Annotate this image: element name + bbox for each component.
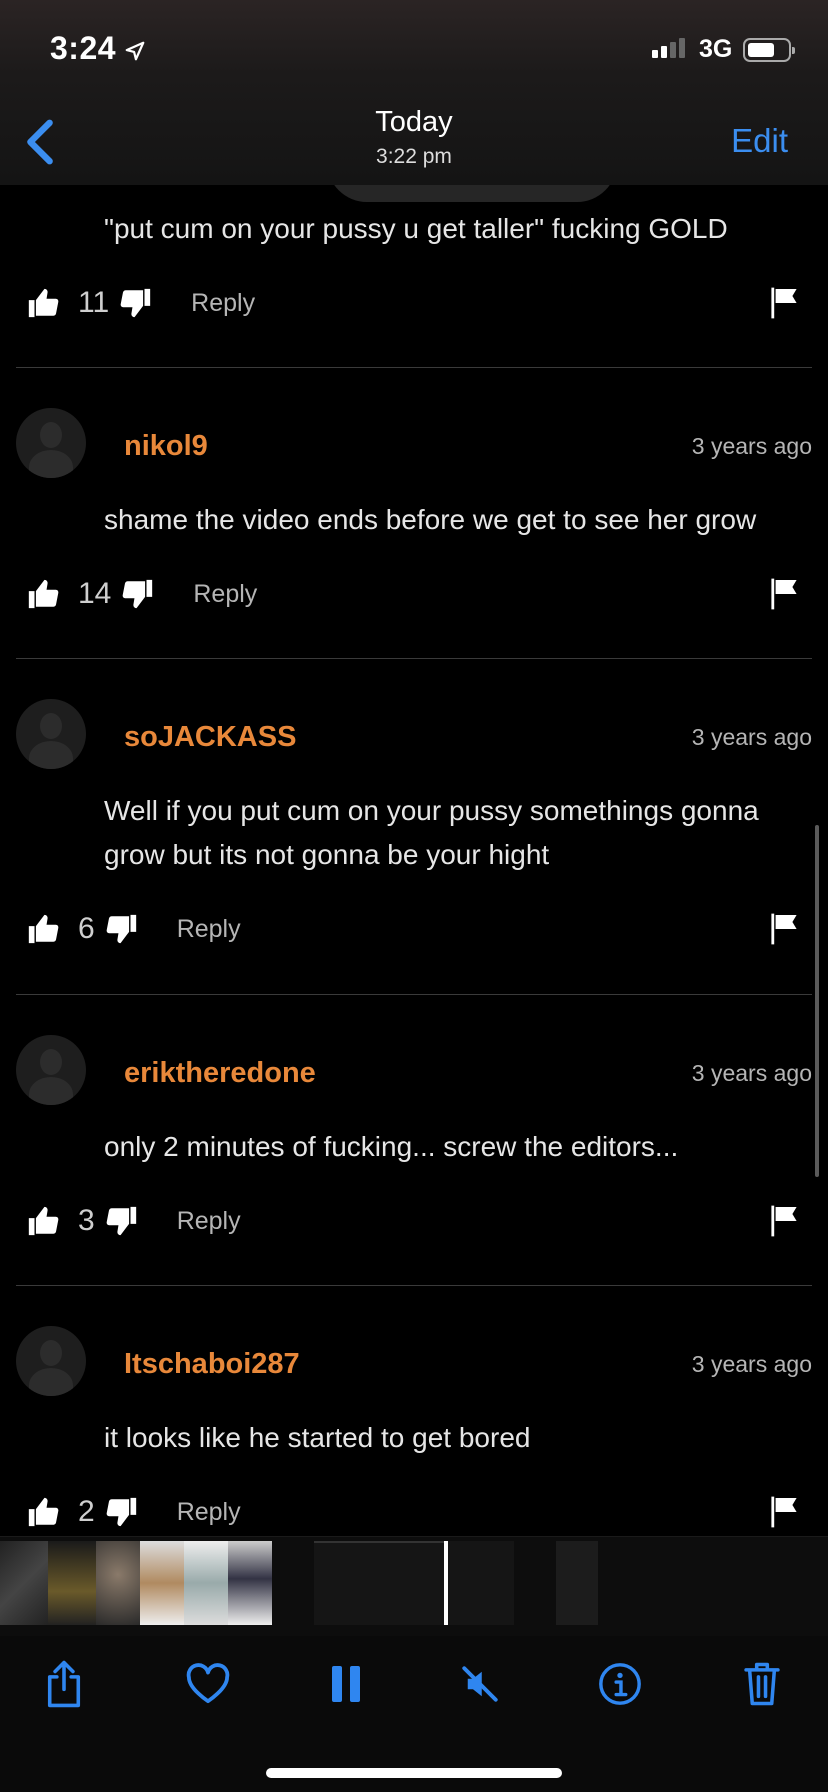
comment-text: Well if you put cum on your pussy someth… bbox=[104, 795, 759, 870]
heart-icon bbox=[186, 1663, 230, 1704]
info-button[interactable] bbox=[592, 1656, 648, 1712]
nav-subtitle: 3:22 pm bbox=[376, 145, 452, 168]
avatar[interactable] bbox=[16, 1326, 86, 1396]
thumbs-down-icon[interactable] bbox=[105, 1204, 139, 1238]
thumbs-down-icon[interactable] bbox=[121, 577, 155, 611]
comment-time: 3 years ago bbox=[691, 724, 812, 750]
status-bar-time: 3:24 bbox=[50, 30, 146, 67]
signal-icon bbox=[652, 38, 685, 58]
comment-username[interactable]: eriktheredone bbox=[124, 1057, 316, 1090]
comment-username[interactable]: soJACKASS bbox=[124, 721, 296, 754]
reply-button[interactable]: Reply bbox=[193, 580, 257, 609]
comment-text: only 2 minutes of fucking... screw the e… bbox=[104, 1131, 679, 1162]
thumbnail-strip[interactable] bbox=[0, 1536, 828, 1636]
reply-button[interactable]: Reply bbox=[177, 1498, 241, 1527]
like-count: 3 bbox=[78, 1204, 95, 1237]
thumbs-down-icon[interactable] bbox=[105, 1495, 139, 1529]
thumbnail[interactable] bbox=[228, 1541, 272, 1625]
divider bbox=[16, 994, 812, 995]
like-count: 14 bbox=[78, 577, 112, 610]
favorite-button[interactable] bbox=[180, 1656, 236, 1712]
thumbs-up-icon[interactable] bbox=[26, 1495, 60, 1529]
like-count: 6 bbox=[78, 912, 95, 945]
share-button[interactable] bbox=[36, 1656, 92, 1712]
comment-time: 3 years ago bbox=[691, 1060, 812, 1086]
bottom-toolbar bbox=[0, 1636, 828, 1792]
network-type: 3G bbox=[699, 35, 733, 63]
thumbnail[interactable] bbox=[448, 1541, 514, 1625]
flag-icon[interactable] bbox=[770, 577, 798, 611]
comment-actions: 14 Reply bbox=[26, 577, 257, 611]
pause-button[interactable] bbox=[318, 1656, 374, 1712]
avatar[interactable] bbox=[16, 699, 86, 769]
like-count: 11 bbox=[78, 286, 110, 319]
edit-button[interactable]: Edit bbox=[731, 122, 788, 160]
reply-button[interactable]: Reply bbox=[177, 915, 241, 944]
info-icon bbox=[599, 1663, 641, 1705]
thumbs-down-icon[interactable] bbox=[119, 286, 153, 320]
comment-actions: 11 Reply bbox=[26, 286, 255, 320]
comment-time: 3 years ago bbox=[691, 1351, 812, 1377]
like-count: 2 bbox=[78, 1495, 95, 1528]
mute-icon bbox=[462, 1666, 498, 1702]
comment-time: 3 years ago bbox=[691, 433, 812, 459]
header: 3:24 3G Today 3:22 pm Edit bbox=[0, 0, 828, 185]
comment-text: shame the video ends before we get to se… bbox=[104, 504, 757, 535]
thumbnail[interactable] bbox=[96, 1541, 140, 1625]
thumbnail[interactable] bbox=[140, 1541, 184, 1625]
thumbnail[interactable] bbox=[0, 1541, 48, 1625]
comment-actions: 6 Reply bbox=[26, 912, 241, 946]
thumbs-up-icon[interactable] bbox=[26, 577, 60, 611]
mute-button[interactable] bbox=[452, 1656, 508, 1712]
comment-actions: 2 Reply bbox=[26, 1495, 241, 1529]
divider bbox=[16, 658, 812, 659]
pause-icon bbox=[332, 1666, 360, 1702]
share-icon bbox=[47, 1660, 81, 1708]
avatar[interactable] bbox=[16, 1035, 86, 1105]
comment-username[interactable]: nikol9 bbox=[124, 430, 208, 463]
reply-button[interactable]: Reply bbox=[177, 1207, 241, 1236]
battery-icon bbox=[743, 38, 795, 62]
flag-icon[interactable] bbox=[770, 1495, 798, 1529]
comments-view: "put cum on your pussy u get taller" fuc… bbox=[0, 0, 828, 1536]
flag-icon[interactable] bbox=[770, 912, 798, 946]
home-indicator[interactable] bbox=[266, 1768, 562, 1778]
location-arrow-icon bbox=[125, 41, 145, 61]
thumbnail[interactable] bbox=[48, 1541, 96, 1625]
thumbs-up-icon[interactable] bbox=[26, 912, 60, 946]
nav-title: Today bbox=[375, 106, 453, 138]
comment-username[interactable]: Itschaboi287 bbox=[124, 1348, 300, 1381]
comment-text: "put cum on your pussy u get taller" fuc… bbox=[104, 213, 728, 244]
thumbnail[interactable] bbox=[184, 1541, 228, 1625]
divider bbox=[16, 1285, 812, 1286]
thumbs-up-icon[interactable] bbox=[26, 1204, 60, 1238]
comment-text: it looks like he started to get bored bbox=[104, 1422, 531, 1453]
thumbs-up-icon[interactable] bbox=[26, 286, 60, 320]
divider bbox=[16, 367, 812, 368]
thumbnail[interactable] bbox=[314, 1541, 444, 1625]
flag-icon[interactable] bbox=[770, 1204, 798, 1238]
thumbs-down-icon[interactable] bbox=[105, 912, 139, 946]
flag-icon[interactable] bbox=[770, 286, 798, 320]
trash-icon bbox=[744, 1662, 780, 1706]
thumbnail[interactable] bbox=[556, 1541, 598, 1625]
comment-actions: 3 Reply bbox=[26, 1204, 241, 1238]
reply-button[interactable]: Reply bbox=[191, 289, 255, 318]
avatar[interactable] bbox=[16, 408, 86, 478]
scrollbar[interactable] bbox=[815, 825, 819, 1177]
delete-button[interactable] bbox=[734, 1656, 790, 1712]
